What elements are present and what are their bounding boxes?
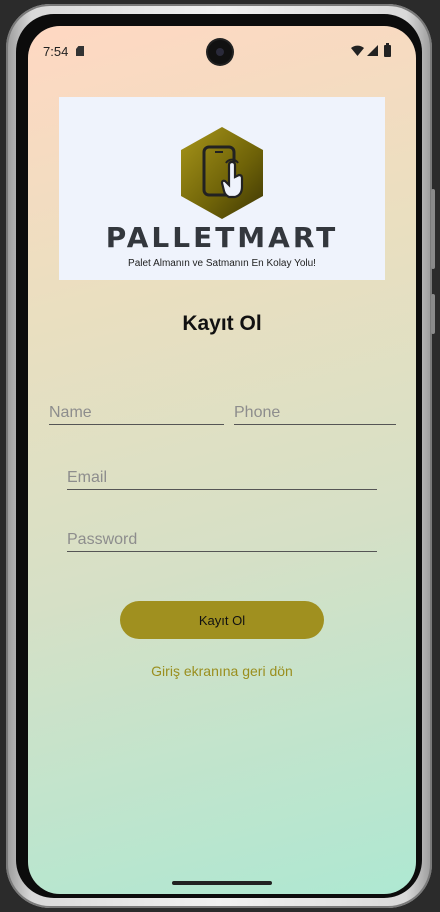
password-input[interactable] [67, 531, 377, 549]
status-bar: 7:54 [28, 26, 416, 72]
volume-button [431, 189, 435, 269]
phone-touch-icon [181, 127, 263, 219]
phone-field[interactable] [234, 396, 396, 425]
password-field[interactable] [67, 523, 377, 552]
email-field[interactable] [67, 461, 377, 490]
page-title: Kayıt Ol [182, 312, 262, 335]
front-camera [208, 40, 232, 64]
status-time: 7:54 [43, 44, 69, 59]
register-button[interactable]: Kayıt Ol [120, 601, 324, 639]
home-indicator[interactable] [172, 881, 272, 885]
name-field[interactable] [49, 396, 224, 425]
power-button [431, 294, 435, 334]
wifi-icon [351, 45, 364, 56]
name-input[interactable] [49, 404, 224, 422]
phone-input[interactable] [234, 404, 396, 422]
back-to-login-link[interactable]: Giriş ekranına geri dön [28, 663, 416, 679]
email-input[interactable] [67, 469, 377, 487]
logo-banner: PALLETMART Palet Almanın ve Satmanın En … [59, 97, 385, 280]
brand-tagline: Palet Almanın ve Satmanın En Kolay Yolu! [128, 258, 316, 269]
signal-icon [367, 45, 378, 56]
phone-frame: 7:54 PALLETMART Palet Almanın ve Satmanı… [6, 4, 435, 908]
app-screen: 7:54 PALLETMART Palet Almanın ve Satmanı… [28, 26, 416, 894]
battery-icon [384, 43, 391, 57]
sd-card-icon [76, 46, 84, 56]
brand-name: PALLETMART [105, 221, 339, 254]
